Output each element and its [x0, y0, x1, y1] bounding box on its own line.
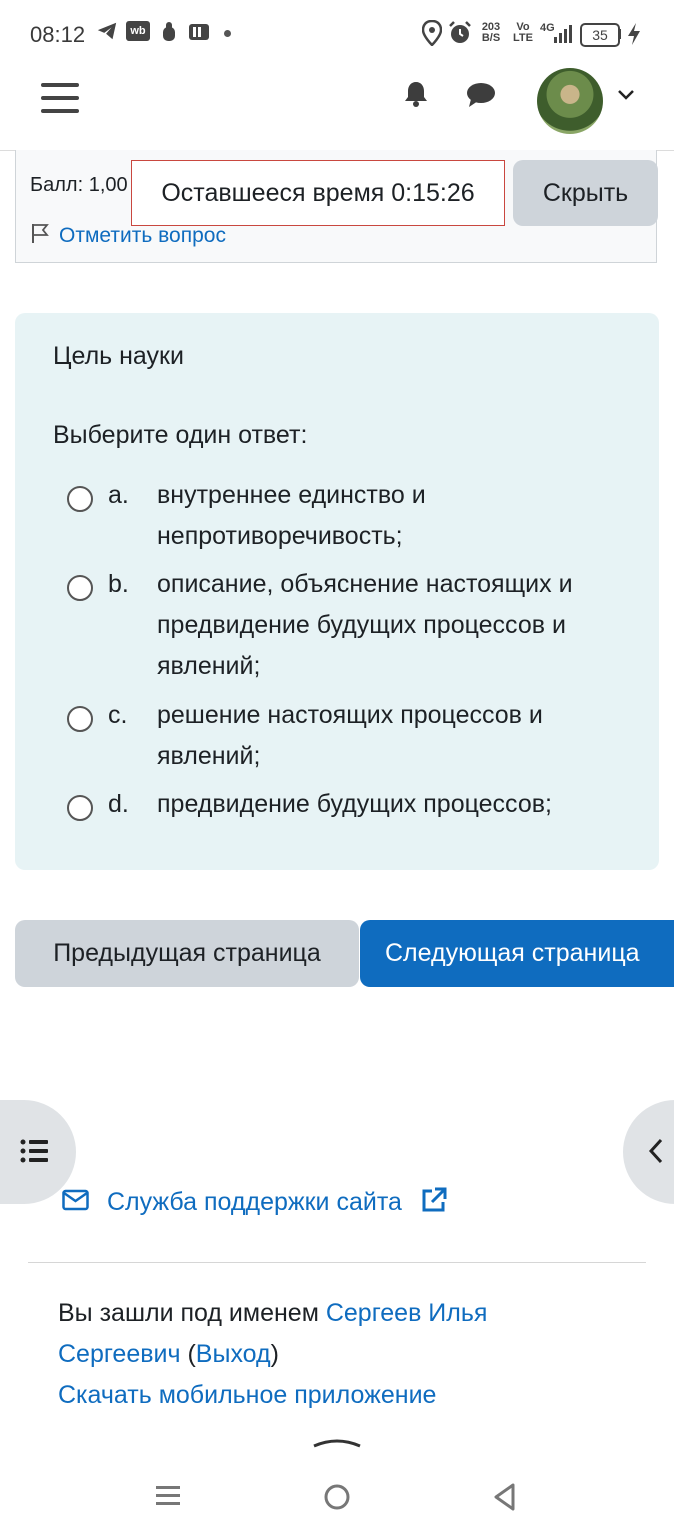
- location-icon: [421, 19, 443, 51]
- answer-letter-a: a.: [108, 481, 129, 509]
- answer-radio-a[interactable]: [67, 486, 93, 512]
- answer-text-b[interactable]: описание, объяснение настоящих и предвид…: [157, 564, 627, 687]
- previous-page-button[interactable]: Предыдущая страница: [15, 920, 359, 987]
- hand-icon: [161, 21, 177, 48]
- alarm-icon: [448, 20, 472, 51]
- answer-radio-c[interactable]: [67, 706, 93, 732]
- telegram-icon: [96, 20, 118, 47]
- status-time: 08:12: [30, 22, 86, 47]
- logout-paren-open: (: [187, 1340, 196, 1368]
- user-profile-link[interactable]: Сергеев Илья: [326, 1299, 488, 1327]
- next-page-button[interactable]: Следующая страница: [360, 920, 674, 987]
- chevron-left-icon: [648, 1137, 664, 1170]
- answer-radio-d[interactable]: [67, 795, 93, 821]
- avatar[interactable]: [537, 68, 603, 134]
- answer-text-c[interactable]: решение настоящих процессов и явлений;: [157, 695, 627, 777]
- flag-icon: [30, 222, 50, 249]
- answer-radio-b[interactable]: [67, 575, 93, 601]
- answer-text-d[interactable]: предвидение будущих процессов;: [157, 784, 627, 825]
- list-icon: [20, 1138, 50, 1169]
- answer-prompt: Выберите один ответ:: [53, 421, 308, 449]
- external-link-icon: [420, 1186, 448, 1219]
- mobile-app-link[interactable]: Скачать мобильное приложение: [58, 1381, 436, 1409]
- footer-divider: [28, 1262, 646, 1263]
- status-bar: 08:12 wb 203 B/S Vo LTE 4G 35: [0, 0, 674, 66]
- bell-icon[interactable]: [403, 80, 429, 113]
- chat-bubble-icon[interactable]: [466, 82, 496, 113]
- hide-timer-button[interactable]: Скрыть: [513, 160, 658, 226]
- login-info-label: Вы зашли под именем: [58, 1299, 319, 1327]
- answer-letter-b: b.: [108, 570, 129, 598]
- login-info: Вы зашли под именем Сергеев Илья Сергеев…: [58, 1293, 618, 1416]
- recent-apps-icon[interactable]: [154, 1482, 182, 1515]
- net-speed-unit: B/S: [481, 32, 501, 44]
- app-icon: [188, 21, 210, 48]
- home-icon[interactable]: [322, 1482, 352, 1517]
- volte-indicator: Vo LTE: [513, 21, 533, 44]
- answer-letter-c: c.: [108, 701, 128, 729]
- flag-question-label: Отметить вопрос: [59, 223, 226, 247]
- chevron-up-icon[interactable]: [312, 1434, 362, 1455]
- wb-app-icon: wb: [126, 21, 150, 41]
- flag-question-link[interactable]: Отметить вопрос: [30, 222, 226, 249]
- answer-letter-d: d.: [108, 790, 129, 818]
- battery-level: 35: [580, 23, 620, 47]
- logout-link[interactable]: Выход: [196, 1340, 271, 1368]
- top-navbar: [0, 66, 674, 151]
- answer-text-a[interactable]: внутреннее единство и непротиворечивость…: [157, 475, 627, 557]
- support-label: Служба поддержки сайта: [107, 1188, 402, 1216]
- battery-tip: [618, 29, 621, 39]
- back-icon[interactable]: [492, 1482, 518, 1517]
- envelope-icon: [62, 1189, 89, 1216]
- question-text: Цель науки: [53, 342, 184, 370]
- quiz-timer: Оставшееся время 0:15:26: [131, 160, 505, 226]
- user-profile-link-cont[interactable]: Сергеевич: [58, 1340, 181, 1368]
- support-link[interactable]: Служба поддержки сайта: [62, 1186, 448, 1219]
- notification-dot-icon: [224, 30, 231, 37]
- logout-paren-close: ): [270, 1340, 279, 1368]
- net-speed: 203 B/S: [479, 22, 503, 44]
- hamburger-icon[interactable]: [41, 83, 79, 122]
- chevron-down-icon[interactable]: [616, 88, 636, 107]
- charging-icon: [626, 22, 642, 52]
- question-grade: Балл: 1,00: [30, 174, 128, 196]
- signal-icon: [552, 24, 574, 50]
- blocks-drawer-toggle[interactable]: [623, 1100, 674, 1204]
